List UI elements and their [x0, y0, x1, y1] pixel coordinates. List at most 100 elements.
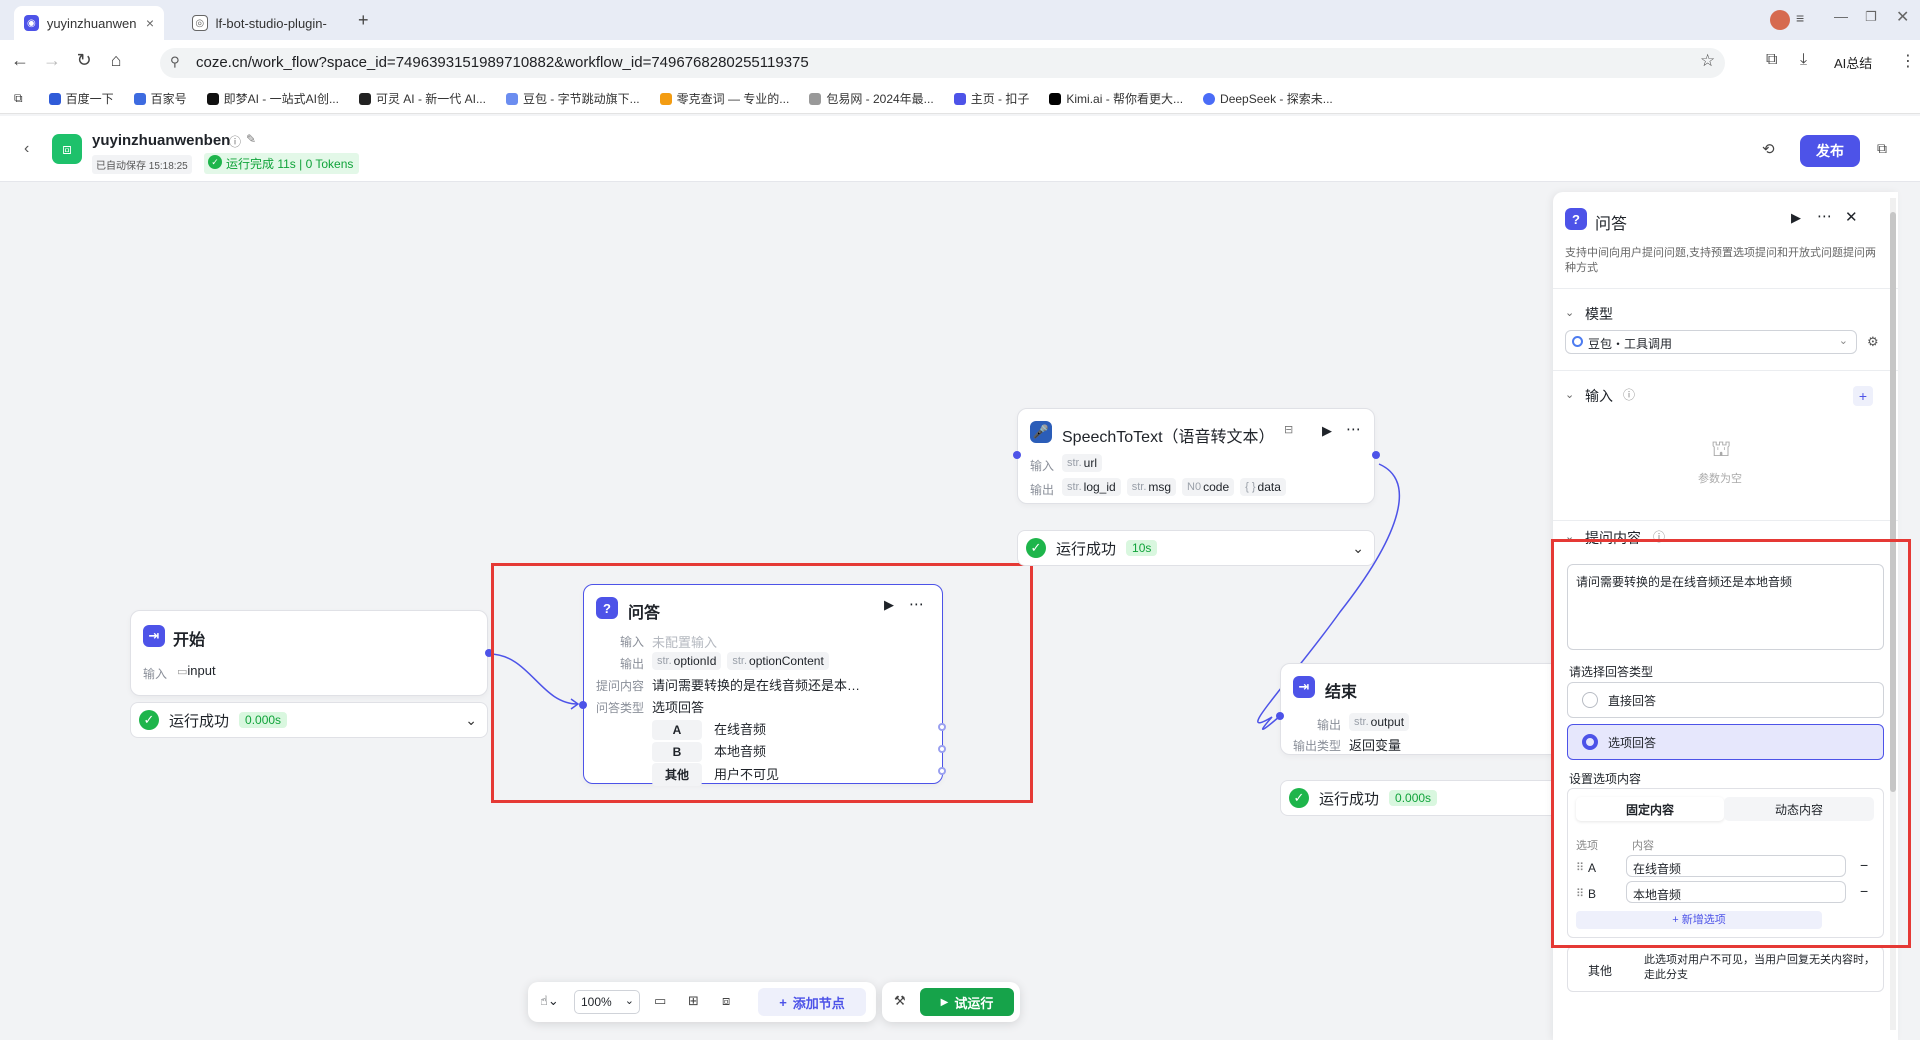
model-select[interactable]: 豆包・工具调用 ⌄	[1565, 330, 1857, 354]
apps-icon[interactable]: ⧉	[14, 91, 23, 106]
bookmark-item[interactable]: 零克查词 — 专业的...	[659, 90, 789, 107]
info-icon[interactable]: ⓘ	[1623, 386, 1635, 403]
bookmark-item[interactable]: 主页 - 扣子	[953, 90, 1030, 107]
speech-to-text-node[interactable]: 🎤 SpeechToText（语音转文本） ⊟ ▶ ⋯ 输入 str. url 输…	[1013, 408, 1380, 504]
browser-tab-bar: ◉ yuyinzhuanwenb × ◎ lf-bot-studio-plugi…	[0, 0, 1920, 40]
forward-icon[interactable]: →	[40, 50, 64, 71]
output-name: msg	[1148, 480, 1172, 494]
bookmark-item[interactable]: 百度一下	[48, 90, 114, 107]
output-chip: N0 code	[1182, 478, 1235, 496]
type-label: str.	[1354, 716, 1369, 728]
comment-icon[interactable]: ▭	[654, 993, 666, 1009]
pointer-icon[interactable]: ☝⌄	[540, 993, 559, 1009]
coze-icon	[953, 92, 966, 105]
coze-icon: ◉	[24, 15, 39, 31]
zoom-select[interactable]: 100% ⌄	[574, 990, 640, 1014]
type-label: N0	[1187, 481, 1202, 493]
minimap-icon[interactable]: ⧈	[722, 993, 730, 1009]
site-info-icon[interactable]: ⚲	[170, 54, 180, 70]
bookmark-label: 豆包 - 字节跳动旗下...	[522, 92, 640, 106]
bookmark-label: 百度一下	[65, 92, 114, 106]
ai-summary-label: AI总结	[1834, 56, 1873, 71]
more-icon[interactable]: ⋯	[1346, 420, 1361, 438]
close-icon[interactable]: ×	[146, 15, 154, 31]
microphone-icon: 🎤	[1030, 421, 1052, 443]
run-icon[interactable]: ▶	[1791, 210, 1801, 226]
extensions-icon[interactable]: ⧉	[1766, 51, 1777, 69]
chevron-down-icon[interactable]: ⌄	[1565, 306, 1574, 319]
chevron-down-icon[interactable]: ⌄	[465, 712, 477, 729]
run-status-badge: ✓ 运行完成 11s | 0 Tokens	[204, 153, 360, 174]
bookmark-item[interactable]: 豆包 - 字节跳动旗下...	[505, 90, 640, 107]
add-input-button[interactable]: +	[1853, 386, 1873, 406]
debug-icon[interactable]: ⚒	[894, 993, 906, 1009]
more-icon[interactable]: ⋮	[1900, 51, 1916, 71]
url-input[interactable]: coze.cn/work_flow?space_id=7496393151989…	[160, 48, 1725, 78]
tab-label: lf-bot-studio-plugin-	[215, 15, 327, 31]
input-port[interactable]	[1013, 451, 1021, 459]
other-description: 此选项对用户不可见，当用户回复无关内容时，走此分支	[1644, 954, 1875, 981]
other-key: 其他	[1588, 964, 1613, 978]
tab-label: yuyinzhuanwenb	[46, 15, 136, 31]
bookmark-item[interactable]: 可灵 AI - 新一代 AI...	[358, 90, 486, 107]
bookmark-item[interactable]: 包易网 - 2024年最...	[809, 90, 934, 107]
start-icon: ⇥	[143, 625, 165, 647]
close-window-icon[interactable]: ✕	[1896, 7, 1909, 27]
add-node-button[interactable]: + 添加节点	[758, 988, 866, 1016]
bookmark-item[interactable]: DeepSeek - 探索未...	[1203, 90, 1333, 107]
reload-icon[interactable]: ↻	[72, 50, 96, 71]
menu-icon[interactable]: ≡	[1796, 10, 1804, 26]
test-run-label: 试运行	[954, 995, 994, 1011]
back-icon[interactable]: ‹	[24, 140, 29, 158]
start-status[interactable]: ✓ 运行成功 0.000s ⌄	[130, 702, 488, 738]
chevron-down-icon[interactable]: ⌄	[1352, 540, 1364, 557]
output-chip: { } data	[1240, 478, 1286, 496]
baidu-icon	[48, 92, 61, 105]
run-icon[interactable]: ▶	[1322, 423, 1332, 439]
history-icon[interactable]: ⟲	[1762, 140, 1775, 158]
info-icon[interactable]: ⓘ	[229, 133, 241, 150]
edit-icon[interactable]: ✎	[246, 132, 256, 146]
end-icon: ⇥	[1293, 676, 1315, 698]
ai-summary-button[interactable]: AI总结	[1834, 53, 1872, 72]
panel-toggle-icon[interactable]: ⧉	[1877, 140, 1887, 157]
end-node[interactable]: ⇥ 结束 输出 str. output 输出类型 返回变量	[1276, 663, 1560, 755]
status-text: 运行成功	[1056, 540, 1117, 558]
bookmark-item[interactable]: 百家号	[133, 90, 187, 107]
input-port[interactable]	[1276, 712, 1284, 720]
run-status-text: 运行完成 11s | 0 Tokens	[226, 157, 354, 171]
new-tab-button[interactable]: +	[358, 10, 369, 31]
bookmark-label: Kimi.ai - 帮你看更大...	[1066, 92, 1184, 106]
output-list: str. output	[1349, 712, 1415, 731]
dictionary-icon	[659, 92, 672, 105]
browser-tab[interactable]: ◎ lf-bot-studio-plugin-	[182, 6, 342, 40]
bookmark-label: 主页 - 扣子	[970, 92, 1030, 106]
home-icon[interactable]: ⌂	[104, 50, 128, 71]
more-icon[interactable]: ⋯	[1817, 207, 1832, 225]
speech-status[interactable]: ✓ 运行成功 10s ⌄	[1017, 530, 1375, 566]
output-name: code	[1203, 480, 1230, 494]
output-port[interactable]	[1372, 451, 1380, 459]
test-run-button[interactable]: ▶ 试运行	[920, 988, 1014, 1016]
back-icon[interactable]: ←	[8, 50, 32, 71]
restore-icon[interactable]: ❐	[1865, 9, 1877, 25]
success-icon: ✓	[1026, 538, 1046, 558]
input-label: 输入	[143, 667, 168, 681]
download-icon[interactable]: ⤓	[1800, 51, 1807, 69]
publish-button[interactable]: 发布	[1800, 135, 1860, 167]
divider	[1553, 288, 1898, 289]
bookmark-item[interactable]: 即梦AI - 一站式AI创...	[206, 90, 339, 107]
start-node[interactable]: ⇥ 开始 输入 ▭input	[130, 610, 493, 696]
avatar[interactable]	[1770, 10, 1790, 30]
settings-icon[interactable]: ⚙	[1867, 334, 1879, 350]
chevron-down-icon[interactable]: ⌄	[1565, 388, 1574, 401]
close-icon[interactable]: ✕	[1845, 208, 1858, 226]
layout-icon[interactable]: ⊞	[688, 993, 699, 1009]
star-icon[interactable]: ☆	[1700, 51, 1715, 71]
end-status[interactable]: ✓ 运行成功 0.000s	[1280, 780, 1560, 816]
minimize-icon[interactable]: —	[1834, 8, 1848, 24]
plugin-icon: ⊟	[1284, 424, 1294, 436]
panel-description: 支持中间向用户提问问题,支持预置选项提问和开放式问题提问两种方式	[1565, 247, 1877, 274]
browser-tab-active[interactable]: ◉ yuyinzhuanwenb ×	[14, 6, 164, 40]
bookmark-item[interactable]: Kimi.ai - 帮你看更大...	[1049, 90, 1183, 107]
